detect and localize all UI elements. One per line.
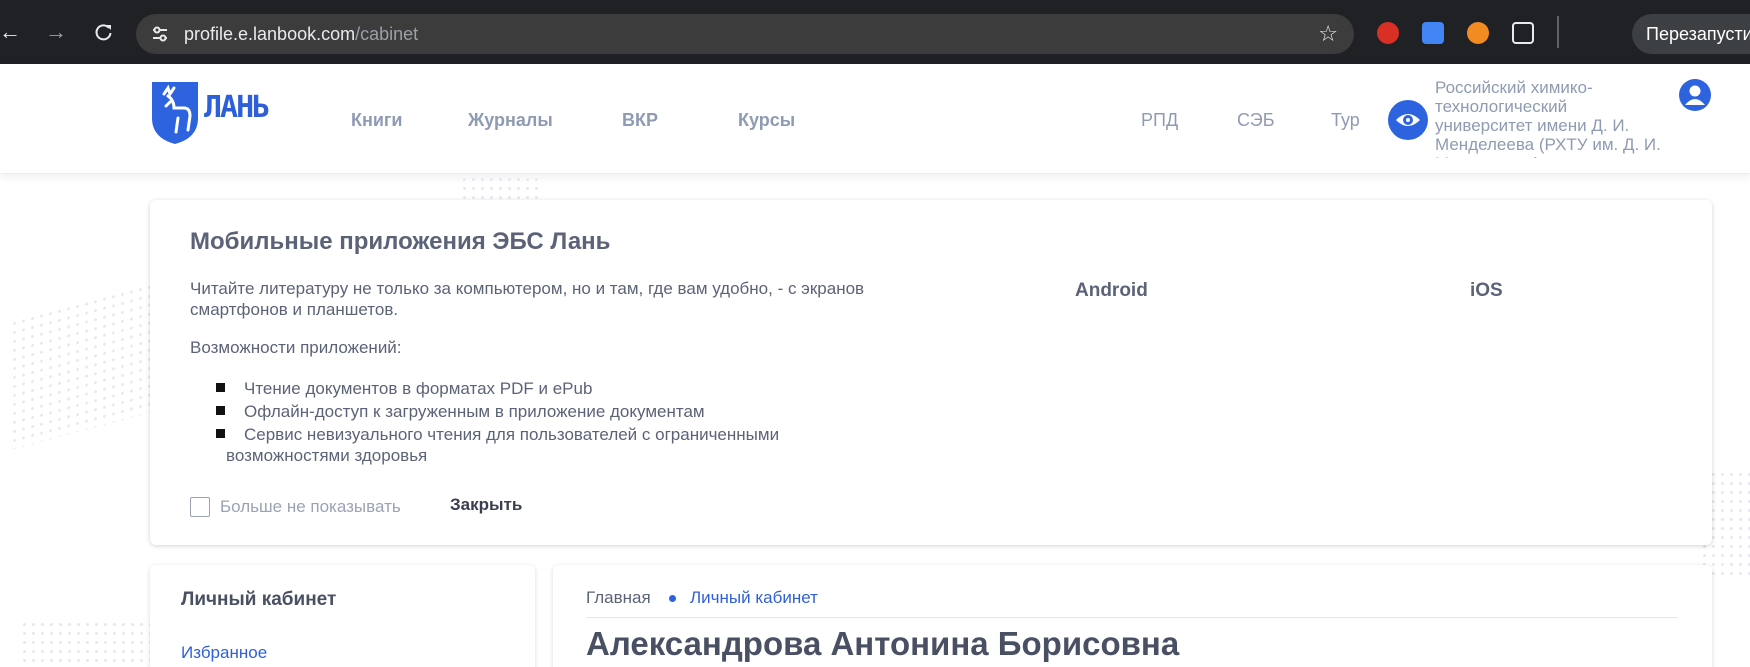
lan-logo[interactable]: ЛАНЬ — [150, 80, 270, 146]
bookmark-star-icon[interactable]: ☆ — [1318, 21, 1338, 47]
background-dots — [10, 279, 160, 451]
bullet-icon — [216, 429, 225, 438]
divider — [586, 617, 1678, 618]
nav-courses[interactable]: Курсы — [738, 110, 795, 131]
site-header: ЛАНЬ Книги Журналы ВКР Курсы РПД СЭБ Тур… — [0, 64, 1750, 174]
logo-text: ЛАНЬ — [204, 90, 270, 125]
list-item: Офлайн-доступ к загруженным в приложение… — [216, 401, 856, 422]
nav-vkr[interactable]: ВКР — [622, 110, 658, 131]
site-info-icon[interactable] — [150, 24, 170, 44]
background-dots — [460, 175, 540, 200]
sidebar-item-favorites[interactable]: Избранное — [181, 643, 267, 663]
features-label: Возможности приложений: — [190, 338, 402, 357]
modal-title: Мобильные приложения ЭБС Лань — [190, 228, 611, 255]
list-item: Чтение документов в форматах PDF и ePub — [216, 378, 856, 399]
page-title: Александрова Антонина Борисовна — [586, 625, 1180, 662]
back-icon[interactable]: ← — [0, 18, 24, 46]
restart-button[interactable]: Перезапустить — [1632, 14, 1750, 54]
breadcrumb-separator — [669, 595, 676, 602]
list-item: Сервис невизуального чтения для пользова… — [216, 424, 856, 466]
features-list: Чтение документов в форматах PDF и ePub … — [216, 378, 856, 468]
dont-show-label[interactable]: Больше не показывать — [220, 497, 401, 517]
background-dots — [20, 620, 150, 667]
dont-show-checkbox[interactable] — [190, 497, 210, 517]
deer-shield-icon — [152, 82, 198, 144]
forward-icon[interactable]: → — [42, 18, 70, 46]
nav-journals[interactable]: Журналы — [468, 110, 553, 131]
url-text[interactable]: profile.e.lanbook.com/cabinet — [184, 24, 418, 44]
mobile-apps-modal: Мобильные приложения ЭБС Лань Читайте ли… — [150, 200, 1712, 545]
main-panel: Главная Личный кабинет Александрова Анто… — [553, 565, 1712, 667]
nav-tour[interactable]: Тур — [1331, 110, 1360, 131]
nav-books[interactable]: Книги — [351, 110, 403, 131]
sidebar-title: Личный кабинет — [181, 589, 337, 610]
extensions-puzzle-icon[interactable] — [1512, 22, 1534, 44]
browser-toolbar: ← → profile.e.lanbook.com/cabinet ☆ Пере… — [0, 0, 1750, 64]
reload-icon[interactable] — [90, 18, 118, 46]
toolbar-separator — [1557, 16, 1559, 48]
bullet-icon — [216, 383, 225, 392]
address-bar[interactable]: profile.e.lanbook.com/cabinet ☆ — [136, 14, 1354, 54]
nav-seb[interactable]: СЭБ — [1237, 110, 1275, 131]
organization-name[interactable]: Российский химико-технологический универ… — [1435, 78, 1665, 158]
bullet-icon — [216, 406, 225, 415]
fox-extension-icon[interactable] — [1467, 22, 1489, 44]
adblock-extension-icon[interactable] — [1377, 22, 1399, 44]
user-profile-icon[interactable] — [1678, 78, 1712, 112]
close-button[interactable]: Закрыть — [450, 495, 522, 515]
breadcrumb-home[interactable]: Главная — [586, 588, 651, 608]
sidebar-panel: Личный кабинет Избранное — [150, 565, 535, 667]
breadcrumb-current[interactable]: Личный кабинет — [690, 588, 818, 608]
ios-label[interactable]: iOS — [1470, 280, 1503, 302]
translate-extension-icon[interactable] — [1422, 22, 1444, 44]
accessibility-eye-icon[interactable] — [1388, 100, 1428, 140]
modal-description: Читайте литературу не только за компьюте… — [190, 279, 865, 319]
android-label[interactable]: Android — [1075, 280, 1148, 302]
nav-rpd[interactable]: РПД — [1141, 110, 1178, 131]
